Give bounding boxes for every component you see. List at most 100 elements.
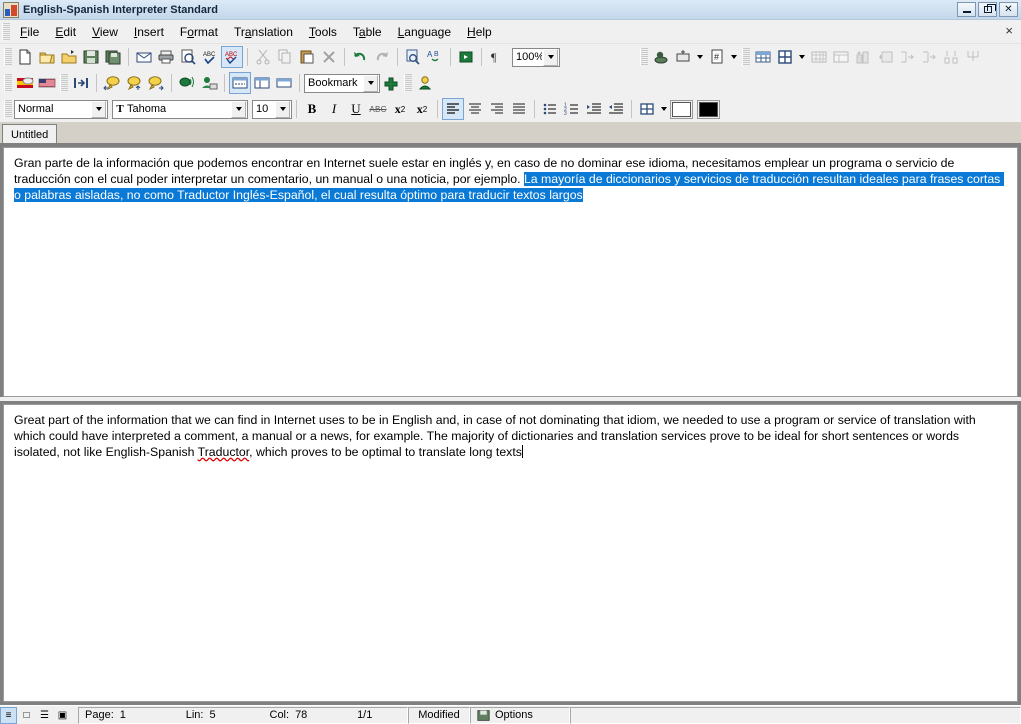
increase-indent-button[interactable] bbox=[583, 98, 605, 120]
table-autoformat-icon[interactable] bbox=[830, 46, 852, 68]
security-icon[interactable] bbox=[414, 72, 436, 94]
open-recent-icon[interactable] bbox=[58, 46, 80, 68]
table-properties-icon[interactable] bbox=[808, 46, 830, 68]
standard-toolbar-gripper[interactable] bbox=[4, 48, 12, 66]
close-document-icon[interactable]: × bbox=[1005, 24, 1013, 37]
style-dropdown-arrow[interactable] bbox=[91, 100, 106, 118]
italic-button[interactable]: I bbox=[323, 98, 345, 120]
replace-icon[interactable]: AB bbox=[424, 46, 446, 68]
subscript-button[interactable]: x2 bbox=[389, 98, 411, 120]
print-icon[interactable] bbox=[155, 46, 177, 68]
menu-edit[interactable]: Edit bbox=[47, 22, 84, 42]
view-page-button[interactable]: □ bbox=[18, 707, 35, 724]
spell-check-icon[interactable]: ABC bbox=[199, 46, 221, 68]
font-color-button[interactable] bbox=[697, 99, 720, 119]
menu-tools[interactable]: Tools bbox=[301, 22, 345, 42]
translation-toolbar-gripper[interactable] bbox=[4, 74, 12, 92]
show-formatting-icon[interactable]: ¶ bbox=[486, 46, 508, 68]
align-cells-icon[interactable] bbox=[940, 46, 962, 68]
run-icon[interactable] bbox=[455, 46, 477, 68]
font-combo[interactable]: T Tahoma bbox=[112, 99, 248, 119]
pane-splitter[interactable] bbox=[0, 397, 1021, 401]
add-bookmark-icon[interactable] bbox=[380, 72, 402, 94]
menu-table[interactable]: Table bbox=[345, 22, 390, 42]
insert-object-icon[interactable] bbox=[650, 46, 672, 68]
insert-table-icon[interactable] bbox=[752, 46, 774, 68]
table-toolbar-gripper[interactable] bbox=[640, 48, 648, 66]
speak-icon[interactable] bbox=[176, 72, 198, 94]
font-size-combo[interactable]: 10 bbox=[252, 99, 292, 119]
insert-row-icon[interactable] bbox=[874, 46, 896, 68]
translate-up-icon[interactable] bbox=[123, 72, 145, 94]
target-document-text[interactable]: Great part of the information that we ca… bbox=[4, 405, 1017, 460]
formatting-toolbar-gripper[interactable] bbox=[4, 100, 12, 118]
insert-field-icon[interactable] bbox=[672, 46, 694, 68]
view-panes-icon[interactable] bbox=[251, 72, 273, 94]
font-size-dropdown-arrow[interactable] bbox=[275, 100, 290, 118]
restore-button[interactable] bbox=[978, 2, 997, 17]
minimize-button[interactable] bbox=[957, 2, 976, 17]
strikethrough-button[interactable]: ABC bbox=[367, 98, 389, 120]
borders-dropdown-arrow[interactable] bbox=[661, 107, 667, 111]
save-icon[interactable] bbox=[80, 46, 102, 68]
menu-view[interactable]: View bbox=[84, 22, 126, 42]
view-single-icon[interactable] bbox=[273, 72, 295, 94]
view-preview-button[interactable]: ▣ bbox=[54, 707, 71, 724]
target-text-pane[interactable]: Great part of the information that we ca… bbox=[3, 404, 1018, 702]
translate-group-gripper[interactable] bbox=[60, 74, 68, 92]
highlight-color-button[interactable] bbox=[670, 99, 693, 119]
bookmark-dropdown-arrow[interactable] bbox=[363, 74, 378, 92]
source-document-text[interactable]: Gran parte de la información que podemos… bbox=[4, 148, 1017, 203]
bold-button[interactable]: B bbox=[301, 98, 323, 120]
open-folder-icon[interactable] bbox=[36, 46, 58, 68]
insert-field-dropdown-arrow[interactable] bbox=[697, 55, 703, 59]
align-center-button[interactable] bbox=[464, 98, 486, 120]
superscript-button[interactable]: x2 bbox=[411, 98, 433, 120]
delete-icon[interactable] bbox=[318, 46, 340, 68]
user-dictionary-icon[interactable] bbox=[198, 72, 220, 94]
distribute-cells-icon[interactable] bbox=[962, 46, 984, 68]
translate-next-icon[interactable] bbox=[145, 72, 167, 94]
new-document-icon[interactable] bbox=[14, 46, 36, 68]
copy-icon[interactable] bbox=[274, 46, 296, 68]
style-combo[interactable]: Normal bbox=[14, 99, 108, 119]
flag-spanish-icon[interactable] bbox=[14, 72, 36, 94]
translate-all-icon[interactable] bbox=[70, 72, 92, 94]
numbered-list-button[interactable]: 123 bbox=[561, 98, 583, 120]
cut-icon[interactable] bbox=[252, 46, 274, 68]
paste-icon[interactable] bbox=[296, 46, 318, 68]
menu-format[interactable]: Format bbox=[172, 22, 226, 42]
save-all-icon[interactable] bbox=[102, 46, 124, 68]
zoom-combo[interactable]: 100% bbox=[512, 47, 560, 67]
security-group-gripper[interactable] bbox=[404, 74, 412, 92]
insert-number-icon[interactable]: # bbox=[706, 46, 728, 68]
options-cell[interactable]: Options bbox=[470, 706, 570, 724]
mail-icon[interactable] bbox=[133, 46, 155, 68]
table-sort-icon[interactable] bbox=[852, 46, 874, 68]
view-normal-button[interactable]: ≡ bbox=[0, 706, 17, 724]
menu-help[interactable]: Help bbox=[459, 22, 500, 42]
spell-auto-icon[interactable]: ABC bbox=[221, 46, 243, 68]
view-split-icon[interactable] bbox=[229, 72, 251, 94]
merge-cells-icon[interactable] bbox=[896, 46, 918, 68]
align-left-button[interactable] bbox=[442, 98, 464, 120]
split-cells-icon[interactable] bbox=[918, 46, 940, 68]
flag-english-icon[interactable] bbox=[36, 72, 58, 94]
bullet-list-button[interactable] bbox=[539, 98, 561, 120]
menu-language[interactable]: Language bbox=[390, 22, 459, 42]
font-dropdown-arrow[interactable] bbox=[231, 100, 246, 118]
menu-file[interactable]: File bbox=[12, 22, 47, 42]
find-icon[interactable] bbox=[402, 46, 424, 68]
translate-back-icon[interactable] bbox=[101, 72, 123, 94]
decrease-indent-button[interactable] bbox=[605, 98, 627, 120]
bookmark-combo[interactable]: Bookmark bbox=[304, 73, 380, 93]
underline-button[interactable]: U bbox=[345, 98, 367, 120]
table2-toolbar-gripper[interactable] bbox=[742, 48, 750, 66]
align-justify-button[interactable] bbox=[508, 98, 530, 120]
insert-number-dropdown-arrow[interactable] bbox=[731, 55, 737, 59]
undo-icon[interactable] bbox=[349, 46, 371, 68]
align-right-button[interactable] bbox=[486, 98, 508, 120]
table-grid-icon[interactable] bbox=[774, 46, 796, 68]
table-grid-dropdown-arrow[interactable] bbox=[799, 55, 805, 59]
print-preview-icon[interactable] bbox=[177, 46, 199, 68]
